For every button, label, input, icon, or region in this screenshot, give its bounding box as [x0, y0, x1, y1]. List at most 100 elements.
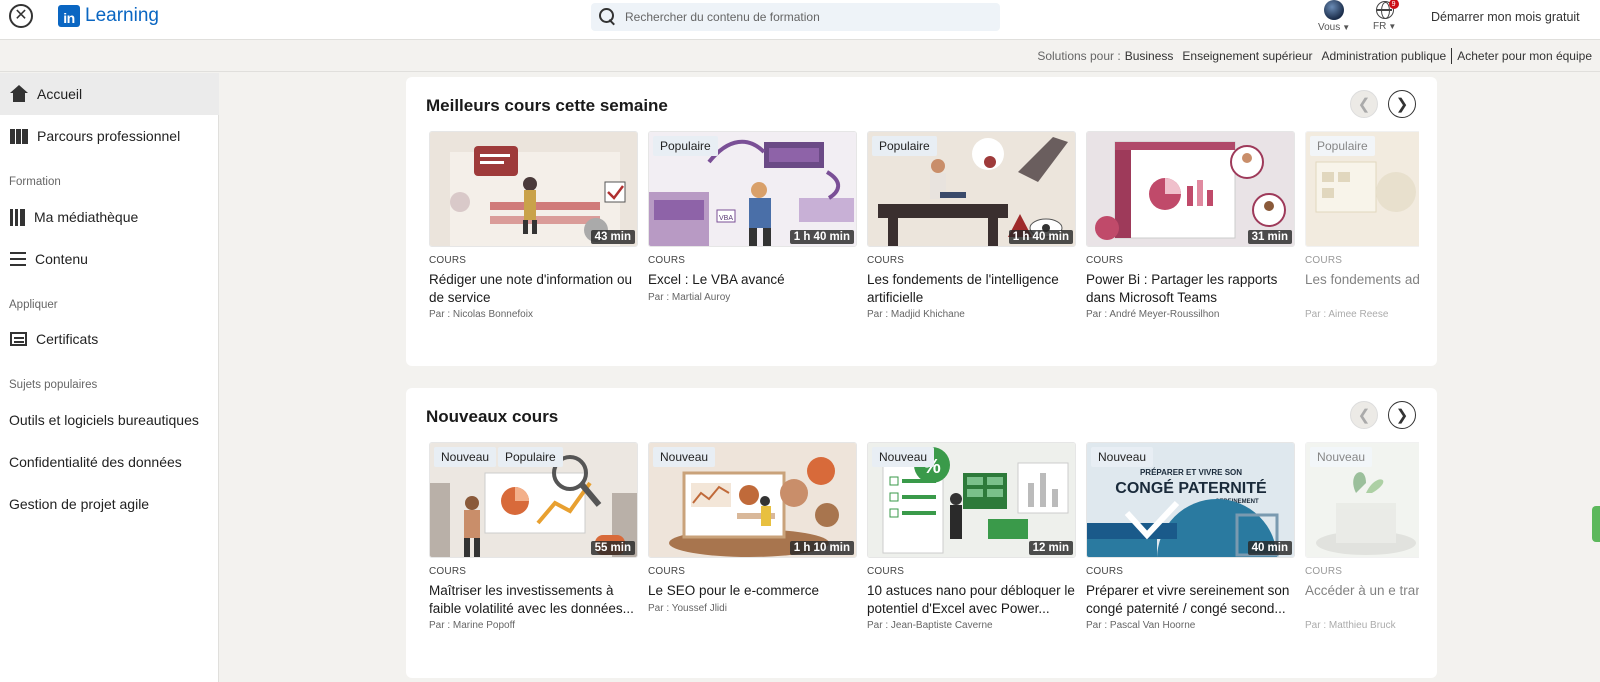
course-badge: Nouveau [653, 447, 716, 467]
sidebar-item-label: Ma médiathèque [34, 209, 139, 225]
course-title: Les fondements administrative [1305, 272, 1419, 287]
start-free-month-button[interactable]: Démarrer mon mois gratuit [1431, 10, 1580, 24]
topic-data-privacy[interactable]: Confidentialité des données [9, 454, 182, 470]
sidebar-item-contenu[interactable]: Contenu [0, 238, 219, 280]
course-badge: Populaire [653, 136, 718, 156]
map-icon [10, 129, 28, 144]
course-card[interactable]: Nouveau 1 h 10 min COURS Le SEO pour le … [648, 442, 857, 614]
carousel-prev-button[interactable]: ❮ [1350, 401, 1378, 429]
course-duration: 43 min [590, 230, 635, 244]
sidebar-item-mediatheque[interactable]: Ma médiathèque [0, 196, 219, 238]
avatar [1324, 0, 1345, 20]
course-title: Maîtriser les investissements à faible v… [429, 583, 634, 616]
search-bar[interactable] [591, 3, 1000, 31]
course-title: Préparer et vivre sereinement son congé … [1086, 583, 1290, 616]
course-type: COURS [429, 255, 467, 266]
section-formation: Formation [9, 176, 61, 188]
close-icon[interactable]: ✕ [9, 4, 33, 28]
course-type: COURS [1305, 255, 1343, 266]
course-thumbnail: Nouveau 1 h 10 min [648, 442, 857, 558]
solutions-label: Solutions pour : [1037, 48, 1121, 63]
course-type: COURS [867, 255, 905, 266]
buy-for-team-link[interactable]: Acheter pour mon équipe [1457, 49, 1592, 63]
section-title: Nouveaux cours [426, 407, 559, 426]
nav-language[interactable]: 9 FR ▼ [1373, 0, 1399, 32]
course-type: COURS [1086, 255, 1124, 266]
sidebar-item-label: Contenu [35, 251, 88, 267]
nav-me[interactable]: Vous ▼ [1318, 0, 1350, 33]
sidebar-item-parcours[interactable]: Parcours professionnel [0, 115, 219, 157]
sidebar: Accueil Parcours professionnel Formation… [0, 73, 219, 682]
carousel-next-button[interactable]: ❯ [1388, 90, 1416, 118]
course-card[interactable]: Populaire COURS Les fondements administr… [1305, 131, 1419, 320]
course-card[interactable]: 43 min COURS Rédiger une note d'informat… [429, 131, 638, 320]
library-icon [10, 208, 25, 226]
solution-government-link[interactable]: Administration publique [1321, 49, 1446, 63]
top-header: ✕ in Learning Vous▼ 9 FR▼ Démarrer mon m… [0, 0, 1600, 40]
logo-text: Learning [85, 5, 159, 26]
course-author: Par : André Meyer-Roussilhon [1086, 309, 1220, 320]
course-card[interactable]: Nouveau Populaire 55 min COURS Maîtriser… [429, 442, 638, 631]
thumbnail-text-line1: PRÉPARER ET VIVRE SON [1140, 468, 1242, 477]
thumbnail-text-line2: CONGÉ PATERNITÉ [1115, 478, 1267, 497]
course-type: COURS [1305, 566, 1343, 577]
course-carousel: 43 min COURS Rédiger une note d'informat… [429, 131, 1419, 341]
sidebar-item-label: Certificats [36, 331, 99, 347]
course-thumbnail: Nouveau [1305, 442, 1419, 558]
course-title: Power Bi : Partager les rapports dans Mi… [1086, 272, 1278, 305]
course-duration: 40 min [1247, 541, 1292, 555]
topic-office-tools[interactable]: Outils et logiciels bureautiques [9, 412, 199, 428]
course-author: Par : Martial Auroy [648, 292, 731, 303]
course-type: COURS [429, 566, 467, 577]
chevron-down-icon: ▼ [1388, 22, 1397, 31]
course-thumbnail: 31 min [1086, 131, 1295, 247]
course-card[interactable]: Nouveau COURS Accéder à un e transformat… [1305, 442, 1419, 631]
carousel-prev-button[interactable]: ❮ [1350, 90, 1378, 118]
sidebar-item-label: Accueil [37, 86, 83, 102]
section-new-courses: Nouveaux cours ❮ ❯ Nouveau Populaire 55 … [406, 388, 1437, 678]
search-icon [599, 8, 617, 26]
course-carousel: Nouveau Populaire 55 min COURS Maîtriser… [429, 442, 1419, 652]
course-badge-popular: Populaire [498, 447, 563, 467]
course-author: Par : Nicolas Bonnefoix [429, 309, 533, 320]
course-card[interactable]: Populaire 1 h 40 min COURS Les fondement… [867, 131, 1076, 320]
course-card[interactable]: 31 min COURS Power Bi : Partager les rap… [1086, 131, 1295, 320]
topic-agile-project[interactable]: Gestion de projet agile [9, 496, 149, 512]
course-card[interactable]: VBA Populaire 1 h 40 min COURS Excel : L… [648, 131, 857, 303]
course-badge: Nouveau [1310, 447, 1373, 467]
nav-me-label: Vous [1318, 22, 1341, 33]
feedback-tab[interactable] [1592, 506, 1600, 542]
course-duration: 1 h 40 min [1008, 230, 1073, 244]
course-badge: Nouveau [872, 447, 935, 467]
carousel-next-button[interactable]: ❯ [1388, 401, 1416, 429]
course-title: Rédiger une note d'information ou de ser… [429, 272, 632, 305]
course-badge: Nouveau [1091, 447, 1154, 467]
search-input[interactable] [625, 10, 985, 24]
course-badge: Populaire [1310, 136, 1375, 156]
course-duration: 12 min [1028, 541, 1073, 555]
solutions-bar: Solutions pour : Business Enseignement s… [0, 40, 1600, 72]
chevron-down-icon: ▼ [1342, 23, 1351, 32]
course-type: COURS [648, 255, 686, 266]
course-thumbnail: Nouveau Populaire 55 min [429, 442, 638, 558]
course-card[interactable]: % Nouveau 12 min COURS 10 astuces nano p… [867, 442, 1076, 631]
sidebar-item-certificats[interactable]: Certificats [0, 318, 219, 360]
sidebar-item-label: Parcours professionnel [37, 128, 181, 144]
course-author: Par : Marine Popoff [429, 620, 515, 631]
course-thumbnail: PRÉPARER ET VIVRE SON CONGÉ PATERNITÉ SE… [1086, 442, 1295, 558]
solution-business-link[interactable]: Business [1125, 49, 1174, 63]
course-card[interactable]: PRÉPARER ET VIVRE SON CONGÉ PATERNITÉ SE… [1086, 442, 1295, 631]
course-type: COURS [1086, 566, 1124, 577]
sidebar-item-accueil[interactable]: Accueil [0, 73, 219, 115]
home-icon [10, 85, 28, 103]
course-thumbnail: 43 min [429, 131, 638, 247]
linkedin-learning-logo[interactable]: in Learning [58, 5, 159, 27]
course-duration: 55 min [590, 541, 635, 555]
solution-higher-ed-link[interactable]: Enseignement supérieur [1182, 49, 1312, 63]
course-badge: Nouveau [434, 447, 497, 467]
vba-label: VBA [719, 215, 733, 222]
notification-badge: 9 [1388, 0, 1399, 9]
section-title: Meilleurs cours cette semaine [426, 96, 668, 115]
section-appliquer: Appliquer [9, 299, 58, 311]
section-sujets-populaires: Sujets populaires [9, 379, 98, 391]
